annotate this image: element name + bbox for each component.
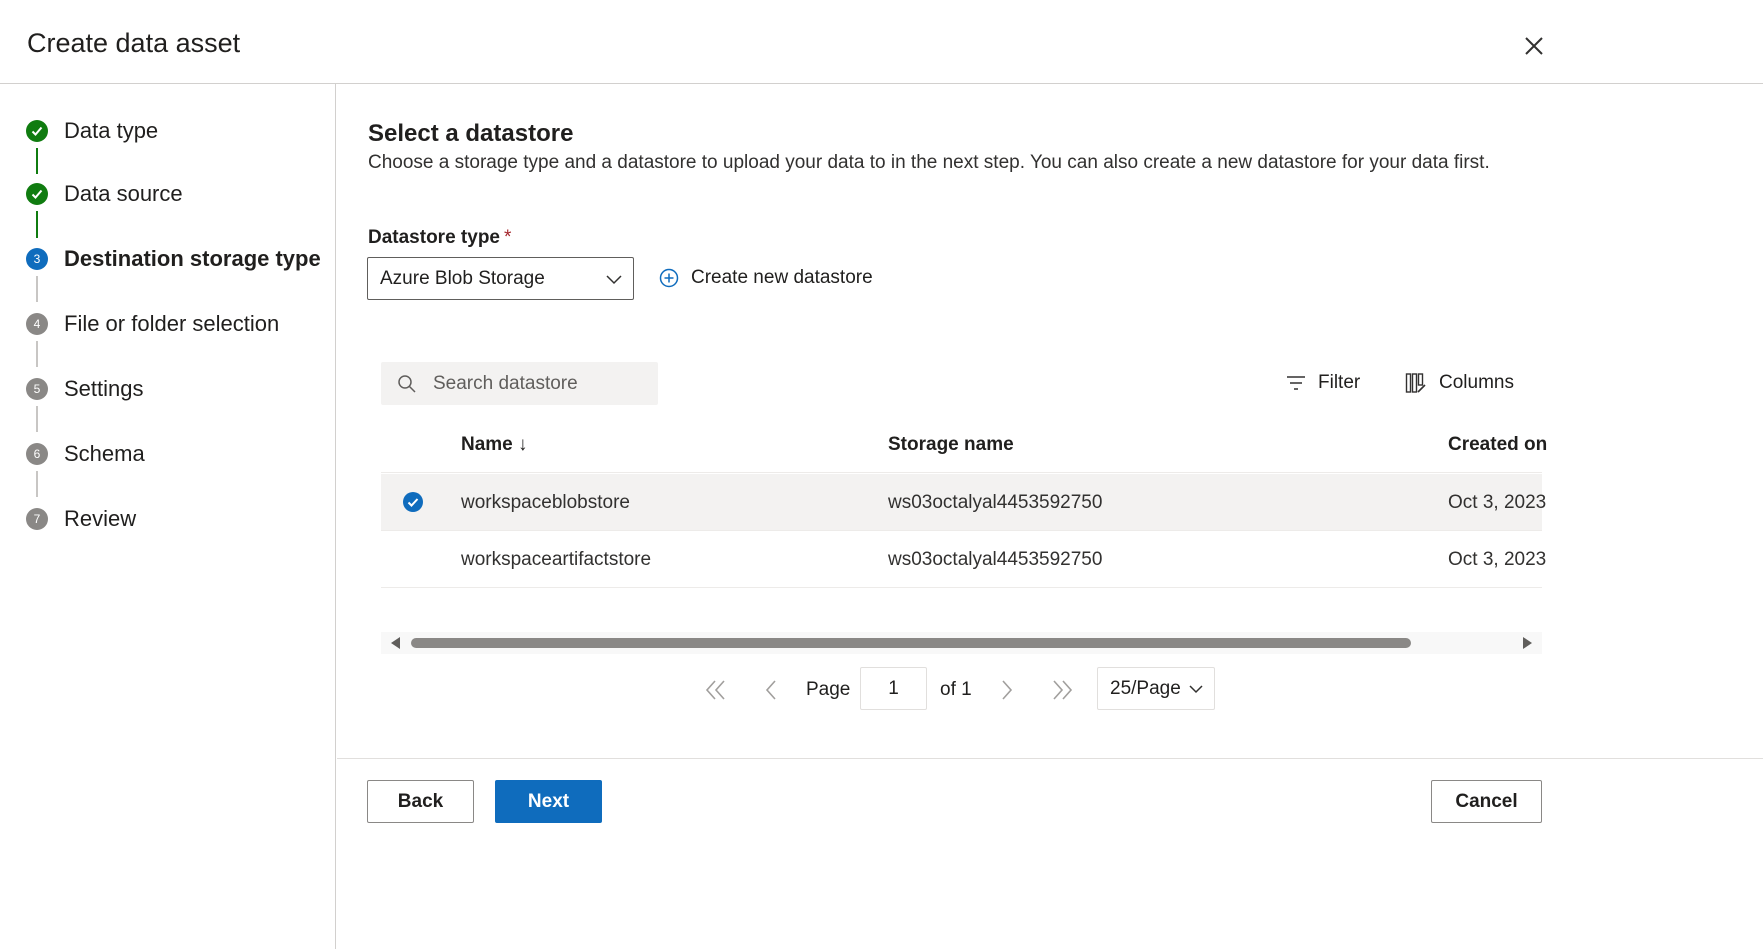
search-input[interactable] xyxy=(433,372,633,395)
step-file-or-folder-selection[interactable]: 4 File or folder selection xyxy=(26,309,279,339)
columns-label: Columns xyxy=(1439,372,1514,393)
cell-created-on: Oct 3, 2023 xyxy=(1448,549,1547,570)
step-connector xyxy=(36,406,38,432)
create-new-datastore-label: Create new datastore xyxy=(691,267,873,288)
step-label: Review xyxy=(64,506,137,531)
back-button[interactable]: Back xyxy=(367,780,474,823)
step-connector xyxy=(36,471,38,497)
page-number-input[interactable] xyxy=(860,667,927,710)
step-label: File or folder selection xyxy=(64,311,280,336)
step-connector xyxy=(36,148,38,174)
column-header-name[interactable]: Name ↓ xyxy=(461,434,528,456)
step-data-type[interactable]: Data type xyxy=(26,116,158,146)
filter-label: Filter xyxy=(1318,372,1361,393)
cell-storage-name: ws03octalyal4453592750 xyxy=(888,492,1103,513)
page-label: Page xyxy=(806,679,851,700)
wizard-stepper: Data type Data source 3 Destination stor… xyxy=(0,84,336,949)
create-new-datastore-button[interactable]: Create new datastore xyxy=(659,267,873,289)
step-label: Destination storage type xyxy=(64,246,321,271)
dialog-title: Create data asset xyxy=(27,28,241,58)
cell-storage-name: ws03octalyal4453592750 xyxy=(888,549,1103,570)
step-number-badge: 5 xyxy=(26,378,48,400)
scrollbar-thumb[interactable] xyxy=(411,638,1411,648)
cell-created-on: Oct 3, 2023 xyxy=(1448,492,1547,513)
step-number-badge: 4 xyxy=(26,313,48,335)
page-count-label: of 1 xyxy=(940,679,972,700)
horizontal-scrollbar[interactable] xyxy=(381,632,1542,654)
step-review[interactable]: 7 Review xyxy=(26,504,136,534)
cell-name: workspaceartifactstore xyxy=(461,549,652,570)
first-page-icon[interactable] xyxy=(704,679,728,701)
required-marker: * xyxy=(504,227,512,248)
step-connector xyxy=(36,211,38,238)
filter-button[interactable]: Filter xyxy=(1286,372,1360,394)
last-page-icon[interactable] xyxy=(1050,679,1074,701)
cell-name: workspaceblobstore xyxy=(461,492,630,513)
close-button[interactable] xyxy=(1520,32,1548,60)
datastore-type-dropdown[interactable]: Azure Blob Storage xyxy=(367,257,634,300)
step-label: Settings xyxy=(64,376,144,401)
page-size-dropdown[interactable]: 25/Page xyxy=(1097,667,1215,710)
scroll-left-icon[interactable] xyxy=(391,637,401,649)
table-row[interactable]: workspaceartifactstore ws03octalyal44535… xyxy=(381,531,1546,588)
cancel-button[interactable]: Cancel xyxy=(1431,780,1542,823)
page-size-value: 25/Page xyxy=(1110,677,1181,699)
step-label: Data source xyxy=(64,181,183,206)
step-number-badge: 7 xyxy=(26,508,48,530)
datastore-type-value: Azure Blob Storage xyxy=(380,267,545,289)
section-title: Select a datastore xyxy=(368,120,574,147)
step-data-source[interactable]: Data source xyxy=(26,179,183,209)
step-number-badge: 6 xyxy=(26,443,48,465)
step-connector xyxy=(36,276,38,302)
step-connector xyxy=(36,341,38,367)
checkmark-icon xyxy=(26,120,48,142)
next-button[interactable]: Next xyxy=(495,780,602,823)
previous-page-icon[interactable] xyxy=(763,679,779,701)
chevron-down-icon xyxy=(1189,685,1203,694)
footer-divider xyxy=(337,758,1763,759)
add-circle-icon xyxy=(659,268,679,288)
column-header-created-on[interactable]: Created on xyxy=(1448,434,1547,456)
dialog-header: Create data asset xyxy=(0,0,1763,84)
datastore-type-label-text: Datastore type xyxy=(368,227,500,248)
step-destination-storage-type[interactable]: 3 Destination storage type xyxy=(26,244,321,274)
step-label: Schema xyxy=(64,441,145,466)
filter-icon xyxy=(1287,376,1305,390)
columns-button[interactable]: Columns xyxy=(1405,372,1514,394)
search-icon xyxy=(398,374,416,393)
table-header: Name ↓ Storage name Created on xyxy=(381,424,1547,473)
checkmark-icon xyxy=(26,183,48,205)
chevron-down-icon xyxy=(606,275,622,285)
step-label: Data type xyxy=(64,118,159,143)
step-settings[interactable]: 5 Settings xyxy=(26,374,144,404)
search-box[interactable] xyxy=(381,362,658,405)
close-icon xyxy=(1525,37,1543,55)
step-number-badge: 3 xyxy=(26,248,48,270)
next-page-icon[interactable] xyxy=(999,679,1015,701)
step-schema[interactable]: 6 Schema xyxy=(26,439,145,469)
column-header-storage-name[interactable]: Storage name xyxy=(888,434,1014,456)
selected-check-icon[interactable] xyxy=(403,492,423,512)
section-description: Choose a storage type and a datastore to… xyxy=(368,152,1490,173)
table-row[interactable]: workspaceblobstore ws03octalyal445359275… xyxy=(381,474,1546,531)
columns-icon xyxy=(1405,373,1426,393)
scroll-right-icon[interactable] xyxy=(1522,637,1532,649)
datastore-type-label: Datastore type * xyxy=(368,227,511,249)
